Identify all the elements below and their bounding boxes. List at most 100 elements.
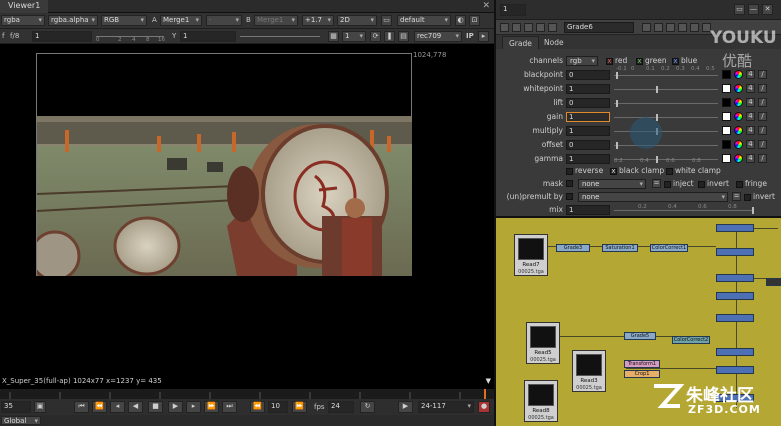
black-clamp-checkbox[interactable]: x black clamp [610, 166, 664, 175]
red-checkbox[interactable]: x red [606, 56, 627, 65]
max-panels-input[interactable]: 1 [500, 4, 526, 16]
grade-node[interactable]: Grade3 [556, 244, 590, 252]
play-forward-icon[interactable]: ▶ [168, 401, 183, 413]
mix-input[interactable]: 1 [566, 205, 610, 215]
param-slider[interactable] [614, 114, 718, 121]
colorspace-dropdown[interactable]: rec709 [414, 31, 462, 42]
lock-icon[interactable]: ⊡ [469, 15, 480, 26]
color-wheel-icon[interactable] [734, 154, 743, 163]
color-swatch[interactable] [722, 140, 731, 149]
next-frame-icon[interactable]: ▸ [186, 401, 201, 413]
composite-dropdown[interactable]: - [206, 15, 242, 26]
display-dropdown[interactable]: RGB [101, 15, 147, 26]
read-node[interactable]: Read3 00025.tga [572, 350, 606, 392]
param-input[interactable]: 0 [566, 98, 610, 108]
roi-icon[interactable]: ▭ [381, 15, 392, 26]
node-name-field[interactable]: Grade6 [564, 22, 634, 33]
invert-checkbox[interactable]: invert [698, 179, 729, 188]
exposure-slider[interactable] [96, 36, 164, 37]
prev-keyframe-icon[interactable]: ⏪ [92, 401, 107, 413]
merge-node[interactable] [716, 366, 754, 374]
refresh-icon[interactable]: ⟳ [370, 31, 381, 42]
param-input[interactable]: 1 [566, 112, 610, 122]
transform-node[interactable]: Transform1 [624, 360, 660, 368]
param-knob[interactable] [656, 86, 658, 93]
minimize-panel-icon[interactable]: — [748, 4, 759, 15]
frame-range-dropdown[interactable]: 24-117 [418, 401, 474, 413]
read-node[interactable]: Read7 00025.tga [514, 234, 548, 276]
skip-back-icon[interactable]: ⏪ [250, 401, 265, 413]
param-slider[interactable] [614, 86, 718, 93]
saturation-node[interactable]: Saturation1 [602, 244, 638, 252]
view-mode-dropdown[interactable]: 2D [337, 15, 377, 26]
channel-count-badge[interactable]: 4 [746, 70, 755, 79]
first-frame-icon[interactable]: ⏮ [74, 401, 89, 413]
crop-node[interactable]: Crop1 [624, 370, 660, 378]
scroll-icon[interactable]: ▸ [478, 31, 489, 42]
read-node[interactable]: Read5 00025.tga [526, 322, 560, 364]
color-swatch[interactable] [722, 112, 731, 121]
channel-count-badge[interactable]: 4 [746, 126, 755, 135]
color-wheel-icon[interactable] [734, 126, 743, 135]
proxy-icon[interactable]: ▦ [328, 31, 339, 42]
float-panel-icon[interactable]: ▭ [734, 4, 745, 15]
premult-invert-checkbox[interactable]: invert [744, 192, 775, 201]
ip-label[interactable]: IP [466, 32, 474, 40]
channel-count-badge[interactable]: 4 [746, 98, 755, 107]
next-keyframe-icon[interactable]: ⏩ [204, 401, 219, 413]
merge-node[interactable] [716, 314, 754, 322]
read-node[interactable]: Read8 00025.tga [524, 380, 558, 422]
alpha-dropdown[interactable]: rgba.alpha [48, 15, 98, 26]
proxy-dropdown[interactable]: 1 [342, 31, 366, 42]
color-swatch[interactable] [722, 154, 731, 163]
help-icon[interactable] [678, 23, 687, 32]
color-wheel-icon[interactable] [734, 84, 743, 93]
colorcorrect-node[interactable]: ColorCorrect1 [650, 244, 688, 252]
param-knob[interactable] [616, 72, 618, 79]
input-b-dropdown[interactable]: Merge1 [254, 15, 298, 26]
curve-icon[interactable]: ∕ [758, 98, 767, 107]
gamma-input[interactable]: 1 [180, 31, 236, 42]
exposure-input[interactable]: 1 [32, 31, 92, 42]
redo-icon[interactable] [666, 23, 675, 32]
output-icon[interactable] [536, 23, 545, 32]
tab-grade[interactable]: Grade [502, 36, 539, 49]
color-wheel-icon[interactable] [734, 98, 743, 107]
record-icon[interactable]: ● [478, 401, 490, 413]
param-input[interactable]: 1 [566, 154, 610, 164]
channels-select[interactable]: rgb [566, 56, 598, 66]
param-knob[interactable] [616, 142, 618, 149]
curve-icon[interactable]: ∕ [758, 154, 767, 163]
param-input[interactable]: 0 [566, 70, 610, 80]
lock-frame-icon[interactable]: ▣ [34, 401, 46, 413]
revert-icon[interactable] [642, 23, 651, 32]
color-swatch[interactable] [722, 70, 731, 79]
play-backward-icon[interactable]: ◀ [128, 401, 143, 413]
gamma-slider[interactable] [240, 36, 320, 37]
prev-frame-icon[interactable]: ◂ [110, 401, 125, 413]
curve-icon[interactable]: ∕ [758, 70, 767, 79]
fps-input[interactable]: 24 [328, 401, 354, 413]
merge-node[interactable] [716, 274, 754, 282]
mix-knob[interactable] [752, 207, 754, 214]
global-dropdown[interactable]: Global [1, 416, 41, 425]
blue-checkbox[interactable]: x blue [672, 56, 697, 65]
mask-options-icon[interactable]: = [652, 179, 661, 188]
premult-checkbox[interactable] [566, 193, 573, 200]
close-panel-icon[interactable]: ✕ [762, 4, 773, 15]
param-knob[interactable] [616, 100, 618, 107]
color-swatch[interactable] [722, 98, 731, 107]
mix-slider[interactable] [614, 207, 754, 214]
color-swatch[interactable] [722, 84, 731, 93]
tab-viewer1[interactable]: Viewer1 [0, 0, 49, 13]
input-icon[interactable] [524, 23, 533, 32]
reverse-checkbox[interactable]: reverse [566, 166, 603, 175]
input-a-dropdown[interactable]: Merge1 [160, 15, 202, 26]
channel-count-badge[interactable]: 4 [746, 140, 755, 149]
channel-count-badge[interactable]: 4 [746, 154, 755, 163]
range-icon[interactable]: ▶ [398, 401, 413, 413]
mask-select[interactable]: none [578, 179, 646, 189]
collapse-icon[interactable] [500, 23, 509, 32]
color-wheel-icon[interactable] [734, 112, 743, 121]
link-icon[interactable] [548, 23, 557, 32]
